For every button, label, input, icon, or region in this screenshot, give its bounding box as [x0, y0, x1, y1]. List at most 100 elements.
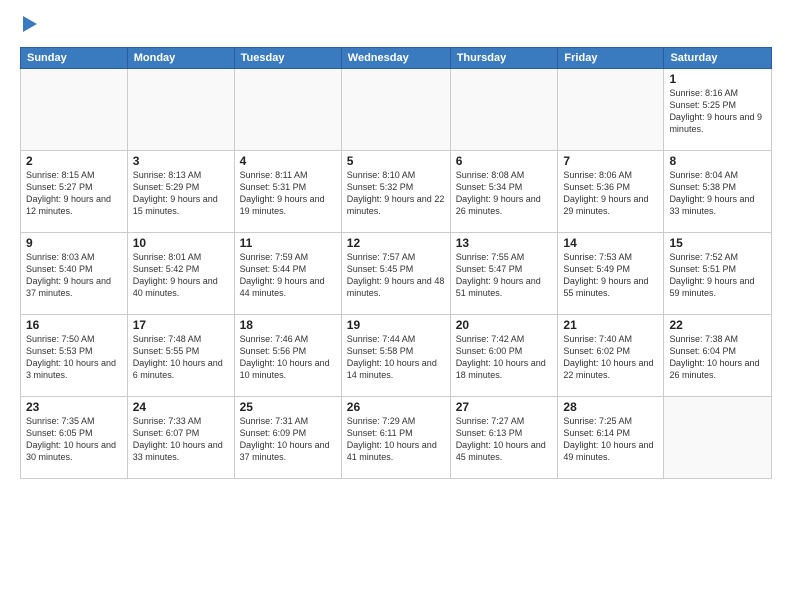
calendar-header-wednesday: Wednesday	[341, 48, 450, 69]
day-number: 12	[347, 236, 445, 250]
calendar-header-saturday: Saturday	[664, 48, 772, 69]
header	[20, 16, 772, 37]
logo	[20, 16, 41, 37]
calendar-cell: 5Sunrise: 8:10 AM Sunset: 5:32 PM Daylig…	[341, 151, 450, 233]
calendar-cell: 23Sunrise: 7:35 AM Sunset: 6:05 PM Dayli…	[21, 397, 128, 479]
day-info: Sunrise: 7:33 AM Sunset: 6:07 PM Dayligh…	[133, 415, 229, 464]
calendar-week-4: 23Sunrise: 7:35 AM Sunset: 6:05 PM Dayli…	[21, 397, 772, 479]
day-info: Sunrise: 7:52 AM Sunset: 5:51 PM Dayligh…	[669, 251, 766, 300]
calendar-table: SundayMondayTuesdayWednesdayThursdayFrid…	[20, 47, 772, 479]
logo-flag-icon	[23, 16, 41, 37]
day-info: Sunrise: 8:01 AM Sunset: 5:42 PM Dayligh…	[133, 251, 229, 300]
calendar-cell: 18Sunrise: 7:46 AM Sunset: 5:56 PM Dayli…	[234, 315, 341, 397]
day-number: 26	[347, 400, 445, 414]
day-info: Sunrise: 8:04 AM Sunset: 5:38 PM Dayligh…	[669, 169, 766, 218]
day-info: Sunrise: 7:48 AM Sunset: 5:55 PM Dayligh…	[133, 333, 229, 382]
day-number: 3	[133, 154, 229, 168]
calendar-cell: 9Sunrise: 8:03 AM Sunset: 5:40 PM Daylig…	[21, 233, 128, 315]
day-number: 25	[240, 400, 336, 414]
calendar-cell: 6Sunrise: 8:08 AM Sunset: 5:34 PM Daylig…	[450, 151, 558, 233]
calendar-cell: 10Sunrise: 8:01 AM Sunset: 5:42 PM Dayli…	[127, 233, 234, 315]
day-number: 8	[669, 154, 766, 168]
day-info: Sunrise: 7:27 AM Sunset: 6:13 PM Dayligh…	[456, 415, 553, 464]
day-info: Sunrise: 8:10 AM Sunset: 5:32 PM Dayligh…	[347, 169, 445, 218]
calendar-cell: 3Sunrise: 8:13 AM Sunset: 5:29 PM Daylig…	[127, 151, 234, 233]
calendar-cell: 17Sunrise: 7:48 AM Sunset: 5:55 PM Dayli…	[127, 315, 234, 397]
day-info: Sunrise: 8:15 AM Sunset: 5:27 PM Dayligh…	[26, 169, 122, 218]
calendar-cell	[21, 69, 128, 151]
day-info: Sunrise: 7:25 AM Sunset: 6:14 PM Dayligh…	[563, 415, 658, 464]
day-info: Sunrise: 7:59 AM Sunset: 5:44 PM Dayligh…	[240, 251, 336, 300]
day-number: 7	[563, 154, 658, 168]
day-info: Sunrise: 7:29 AM Sunset: 6:11 PM Dayligh…	[347, 415, 445, 464]
calendar-cell	[234, 69, 341, 151]
day-number: 1	[669, 72, 766, 86]
day-number: 2	[26, 154, 122, 168]
calendar-cell: 15Sunrise: 7:52 AM Sunset: 5:51 PM Dayli…	[664, 233, 772, 315]
day-info: Sunrise: 8:06 AM Sunset: 5:36 PM Dayligh…	[563, 169, 658, 218]
calendar-cell: 14Sunrise: 7:53 AM Sunset: 5:49 PM Dayli…	[558, 233, 664, 315]
calendar-cell: 16Sunrise: 7:50 AM Sunset: 5:53 PM Dayli…	[21, 315, 128, 397]
calendar-cell: 1Sunrise: 8:16 AM Sunset: 5:25 PM Daylig…	[664, 69, 772, 151]
day-info: Sunrise: 8:11 AM Sunset: 5:31 PM Dayligh…	[240, 169, 336, 218]
calendar-cell	[664, 397, 772, 479]
day-number: 10	[133, 236, 229, 250]
calendar-cell: 11Sunrise: 7:59 AM Sunset: 5:44 PM Dayli…	[234, 233, 341, 315]
day-number: 19	[347, 318, 445, 332]
day-number: 15	[669, 236, 766, 250]
day-info: Sunrise: 7:44 AM Sunset: 5:58 PM Dayligh…	[347, 333, 445, 382]
calendar-week-2: 9Sunrise: 8:03 AM Sunset: 5:40 PM Daylig…	[21, 233, 772, 315]
calendar-week-0: 1Sunrise: 8:16 AM Sunset: 5:25 PM Daylig…	[21, 69, 772, 151]
calendar-cell: 21Sunrise: 7:40 AM Sunset: 6:02 PM Dayli…	[558, 315, 664, 397]
day-info: Sunrise: 7:46 AM Sunset: 5:56 PM Dayligh…	[240, 333, 336, 382]
calendar-cell: 28Sunrise: 7:25 AM Sunset: 6:14 PM Dayli…	[558, 397, 664, 479]
calendar-header-thursday: Thursday	[450, 48, 558, 69]
calendar-cell	[450, 69, 558, 151]
calendar-cell: 7Sunrise: 8:06 AM Sunset: 5:36 PM Daylig…	[558, 151, 664, 233]
day-info: Sunrise: 7:35 AM Sunset: 6:05 PM Dayligh…	[26, 415, 122, 464]
day-number: 22	[669, 318, 766, 332]
calendar-header-friday: Friday	[558, 48, 664, 69]
calendar-header-monday: Monday	[127, 48, 234, 69]
day-info: Sunrise: 8:16 AM Sunset: 5:25 PM Dayligh…	[669, 87, 766, 136]
day-info: Sunrise: 8:03 AM Sunset: 5:40 PM Dayligh…	[26, 251, 122, 300]
calendar-cell	[127, 69, 234, 151]
day-info: Sunrise: 7:57 AM Sunset: 5:45 PM Dayligh…	[347, 251, 445, 300]
day-info: Sunrise: 7:53 AM Sunset: 5:49 PM Dayligh…	[563, 251, 658, 300]
day-number: 28	[563, 400, 658, 414]
day-number: 13	[456, 236, 553, 250]
calendar-week-1: 2Sunrise: 8:15 AM Sunset: 5:27 PM Daylig…	[21, 151, 772, 233]
calendar-cell: 8Sunrise: 8:04 AM Sunset: 5:38 PM Daylig…	[664, 151, 772, 233]
day-info: Sunrise: 7:38 AM Sunset: 6:04 PM Dayligh…	[669, 333, 766, 382]
day-number: 17	[133, 318, 229, 332]
page: SundayMondayTuesdayWednesdayThursdayFrid…	[0, 0, 792, 612]
calendar-cell: 27Sunrise: 7:27 AM Sunset: 6:13 PM Dayli…	[450, 397, 558, 479]
day-number: 16	[26, 318, 122, 332]
day-number: 5	[347, 154, 445, 168]
day-info: Sunrise: 7:31 AM Sunset: 6:09 PM Dayligh…	[240, 415, 336, 464]
calendar-cell: 12Sunrise: 7:57 AM Sunset: 5:45 PM Dayli…	[341, 233, 450, 315]
calendar-header-tuesday: Tuesday	[234, 48, 341, 69]
calendar-cell: 13Sunrise: 7:55 AM Sunset: 5:47 PM Dayli…	[450, 233, 558, 315]
day-info: Sunrise: 7:50 AM Sunset: 5:53 PM Dayligh…	[26, 333, 122, 382]
day-number: 23	[26, 400, 122, 414]
day-info: Sunrise: 7:42 AM Sunset: 6:00 PM Dayligh…	[456, 333, 553, 382]
calendar-cell: 4Sunrise: 8:11 AM Sunset: 5:31 PM Daylig…	[234, 151, 341, 233]
calendar-cell	[341, 69, 450, 151]
day-number: 9	[26, 236, 122, 250]
calendar-cell: 24Sunrise: 7:33 AM Sunset: 6:07 PM Dayli…	[127, 397, 234, 479]
day-number: 27	[456, 400, 553, 414]
calendar-header-sunday: Sunday	[21, 48, 128, 69]
day-number: 24	[133, 400, 229, 414]
day-number: 4	[240, 154, 336, 168]
calendar-cell: 22Sunrise: 7:38 AM Sunset: 6:04 PM Dayli…	[664, 315, 772, 397]
calendar-cell: 25Sunrise: 7:31 AM Sunset: 6:09 PM Dayli…	[234, 397, 341, 479]
day-number: 14	[563, 236, 658, 250]
day-info: Sunrise: 8:13 AM Sunset: 5:29 PM Dayligh…	[133, 169, 229, 218]
day-number: 11	[240, 236, 336, 250]
calendar-cell: 2Sunrise: 8:15 AM Sunset: 5:27 PM Daylig…	[21, 151, 128, 233]
calendar-cell: 26Sunrise: 7:29 AM Sunset: 6:11 PM Dayli…	[341, 397, 450, 479]
calendar-cell	[558, 69, 664, 151]
day-info: Sunrise: 7:55 AM Sunset: 5:47 PM Dayligh…	[456, 251, 553, 300]
calendar-cell: 19Sunrise: 7:44 AM Sunset: 5:58 PM Dayli…	[341, 315, 450, 397]
